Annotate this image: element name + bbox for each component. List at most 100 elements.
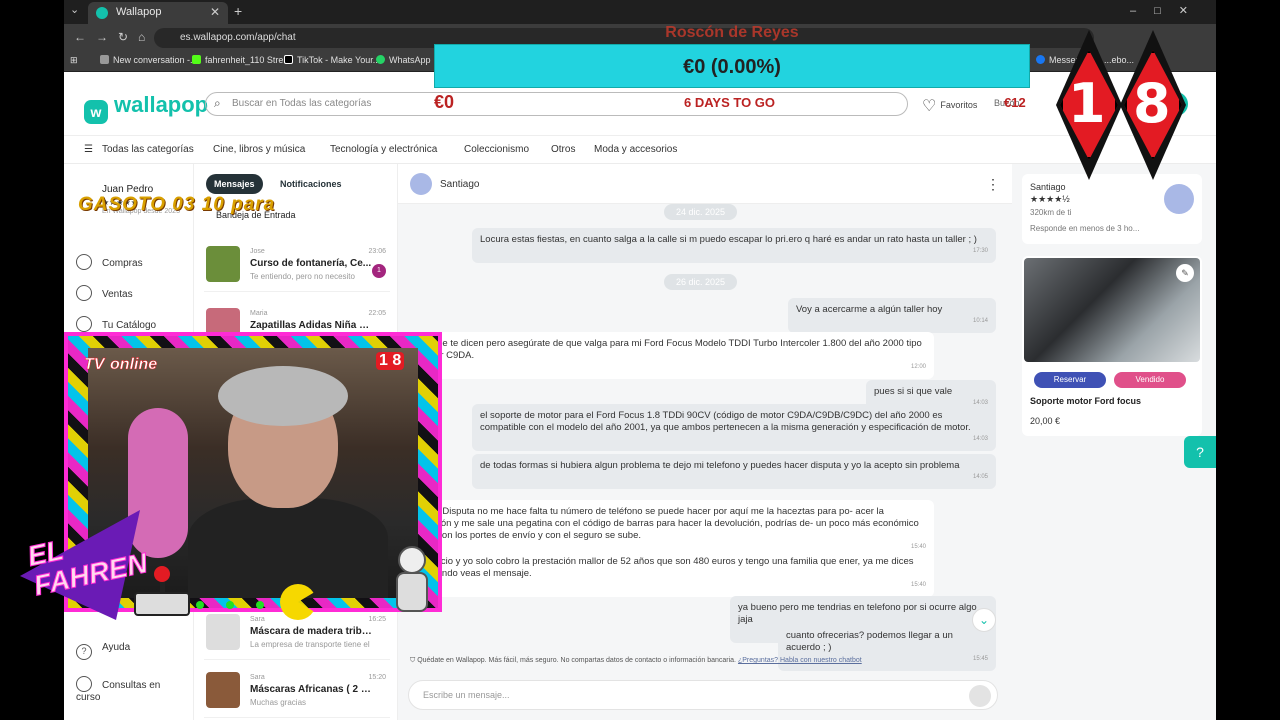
search-input[interactable]: ⌕ Buscar en Todas las categorías	[205, 92, 908, 116]
reload-icon[interactable]: ↻	[118, 30, 128, 44]
message-time: 15:40	[910, 582, 926, 588]
seller-avatar[interactable]	[1164, 184, 1194, 214]
tab-wallapop[interactable]: Wallapop ✕	[88, 2, 228, 24]
more-options-icon[interactable]: ⋮	[986, 176, 1000, 193]
overlay-goal-bar: €0 (0.00%)	[434, 44, 1030, 88]
product-price: 20,00 €	[1030, 416, 1061, 426]
menu-icon[interactable]: ☰	[84, 144, 93, 155]
window-controls[interactable]: –□✕	[1130, 4, 1206, 17]
bookmark-1[interactable]: New conversation -...	[100, 55, 198, 65]
sold-button[interactable]: Vendido	[1114, 372, 1186, 388]
chat-help-icon[interactable]: ?	[1184, 436, 1216, 468]
close-tab-icon[interactable]: ✕	[210, 5, 220, 19]
tab-notifications[interactable]: Notificaciones	[272, 174, 350, 194]
message-time: 17:30	[972, 248, 988, 254]
edit-icon[interactable]: ✎	[1176, 264, 1194, 282]
sidebar-item-label: Compras	[102, 258, 143, 269]
help-icon: ?	[76, 644, 92, 660]
conversation-title: Máscara de madera tribal af...	[250, 626, 375, 637]
category-fashion[interactable]: Moda y accesorios	[594, 144, 677, 155]
seller-card[interactable]: Santiago ★★★★½ 320km de ti Responde en m…	[1022, 174, 1202, 244]
forward-icon[interactable]: →	[96, 30, 108, 44]
message-text: ya bueno pero me tendrias en telefono po…	[738, 602, 977, 625]
bookmark-2[interactable]: fahrenheit_110 Stre...	[192, 55, 291, 65]
bookmark-3[interactable]: TikTok - Make Your...	[284, 55, 380, 65]
tag-icon	[76, 285, 92, 301]
message-text: el soporte de motor para el Ford Focus 1…	[480, 410, 971, 433]
conversation-item[interactable]: Sara 15:20 Máscaras Africanas ( 2 unid..…	[204, 662, 390, 718]
sidebar-item-label: Ventas	[102, 289, 133, 300]
sidebar-item-help[interactable]: ? Ayuda	[76, 642, 130, 660]
category-books[interactable]: Cine, libros y música	[213, 144, 305, 155]
overlay-days-left: 6 DAYS TO GO	[684, 95, 776, 110]
scroll-down-icon[interactable]: ⌄	[972, 608, 996, 632]
conversation-time: 23:06	[368, 248, 386, 255]
new-tab-icon[interactable]: +	[234, 3, 242, 19]
item-thumbnail	[206, 246, 240, 282]
seller-response-time: Responde en menos de 3 ho...	[1030, 224, 1140, 233]
seller-name: Santiago	[1030, 182, 1066, 192]
product-card: ✎ Reservar Vendido Soporte motor Ford fo…	[1022, 256, 1202, 436]
send-button[interactable]	[969, 685, 991, 707]
category-collecting[interactable]: Coleccionismo	[464, 144, 529, 155]
astronaut-icon	[384, 540, 442, 630]
bookmark-6[interactable]: ...ebo...	[1104, 55, 1134, 65]
conversation-item[interactable]: Jose 23:06 Curso de fontanería, Ce... Te…	[204, 236, 390, 292]
sidebar-item-purchases[interactable]: Compras	[76, 254, 143, 270]
age-rating-digit: 1	[1068, 72, 1106, 135]
contact-avatar[interactable]	[410, 173, 432, 195]
date-separator: 24 dic. 2025	[664, 204, 738, 220]
wallapop-favicon-icon	[96, 7, 108, 19]
bookmark-label: TikTok - Make Your...	[297, 55, 381, 65]
search-icon: ⌕	[214, 96, 221, 110]
item-thumbnail	[206, 672, 240, 708]
bookmark-5[interactable]: Messer	[1036, 55, 1079, 65]
url-text: es.wallapop.com/app/chat	[180, 32, 296, 43]
safety-notice: ⛉ Quédate en Wallapop. Más fácil, más se…	[410, 657, 862, 665]
safety-text: Quédate en Wallapop. Más fácil, más segu…	[417, 657, 737, 664]
reserve-button[interactable]: Reservar	[1034, 372, 1106, 388]
sidebar-item-queries[interactable]: Consultas en curso	[76, 676, 176, 703]
overlay-amount: €0	[434, 92, 455, 112]
overlay-goal-title: Roscón de Reyes	[665, 24, 799, 41]
sidebar-item-sales[interactable]: Ventas	[76, 285, 133, 301]
conversation-title: Curso de fontanería, Ce...	[250, 258, 372, 269]
conversation-snippet: Muchas gracias	[250, 698, 307, 707]
tab-messages[interactable]: Mensajes	[206, 174, 263, 194]
chat-header: Santiago ⋮	[398, 164, 1012, 204]
category-others[interactable]: Otros	[551, 144, 575, 155]
search-placeholder: Buscar en Todas las categorías	[232, 98, 372, 109]
bookmark-4[interactable]: WhatsApp	[376, 55, 431, 65]
message-input[interactable]: Escribe un mensaje...	[408, 680, 998, 710]
conversation-time: 22:05	[368, 310, 386, 317]
logo-text: wallapop	[114, 92, 209, 117]
tab-title: Wallapop	[116, 6, 162, 18]
home-icon[interactable]: ⌂	[138, 30, 145, 44]
bookmark-label: ...ebo...	[1104, 55, 1135, 65]
message-time: 14:05	[972, 474, 988, 480]
chatbot-link[interactable]: ¿Preguntas? Habla con nuestro chatbot	[738, 657, 862, 664]
item-thumbnail	[206, 614, 240, 650]
bookmark-label: WhatsApp	[389, 55, 431, 65]
contact-name[interactable]: Santiago	[440, 179, 479, 190]
back-icon[interactable]: ←	[74, 30, 86, 44]
sidebar-item-catalog[interactable]: Tu Catálogo	[76, 316, 156, 332]
conversation-user: Maria	[250, 310, 268, 317]
message-bubble-incoming: o de precio y yo solo cobro la prestació…	[398, 550, 934, 597]
shield-icon: ⛉	[410, 657, 416, 664]
message-bubble: Voy a acercarme a algún taller hoy 10:14	[788, 298, 996, 333]
category-tech[interactable]: Tecnología y electrónica	[330, 144, 437, 155]
webcam-age-badge: 1 8	[376, 352, 405, 370]
favorites-link[interactable]: ♡ Favoritos	[922, 96, 977, 116]
tab-search-icon[interactable]: ⌄	[70, 3, 79, 16]
message-time: 12:00	[910, 364, 926, 370]
pacman-dots	[196, 596, 286, 614]
apps-icon[interactable]: ⊞	[70, 55, 78, 66]
category-all[interactable]: Todas las categorías	[102, 144, 194, 155]
wallapop-logo[interactable]: w wallapop	[84, 92, 208, 124]
conversation-user: Jose	[250, 248, 265, 255]
message-time: 14:03	[972, 436, 988, 442]
overlay-amount-right: €12	[1004, 95, 1026, 110]
message-text: cuanto ofrecerias? podemos llegar a un a…	[786, 630, 953, 653]
product-image[interactable]	[1024, 258, 1200, 362]
